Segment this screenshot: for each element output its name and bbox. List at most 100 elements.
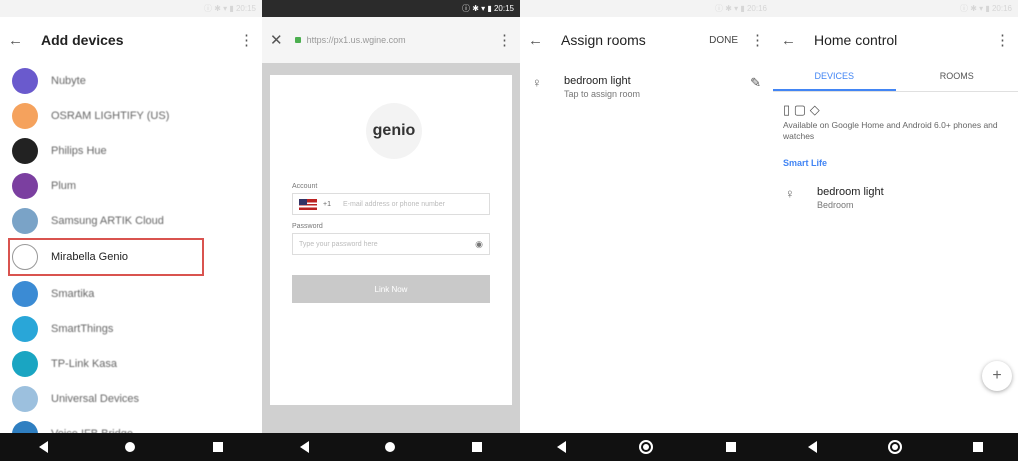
account-label: Account xyxy=(292,183,318,190)
speaker-icon: ▯ xyxy=(783,102,791,117)
device-list-item[interactable]: Nubyte xyxy=(0,63,262,98)
device-row[interactable]: ♀ bedroom light Tap to assign room ✎ xyxy=(520,63,773,111)
device-logo-icon xyxy=(12,315,38,342)
login-card: genio Account +1 E-mail address or phone… xyxy=(270,75,512,405)
device-list-item[interactable]: Samsung ARTIK Cloud xyxy=(0,203,262,238)
device-row[interactable]: ♀ bedroom light Bedroom xyxy=(773,174,1018,222)
device-subtitle: Tap to assign room xyxy=(564,89,641,99)
nav-recent-icon[interactable] xyxy=(213,442,224,452)
add-devices-screen: ⓘ ✱ ▾ ▮ 20:15 ← Add devices ⋮ Nubyte OSRA… xyxy=(0,0,262,461)
assign-rooms-screen: ⓘ ✱ ▾ ▮ 20:16 ← Assign rooms DONE ⋮ ♀ be… xyxy=(520,0,773,461)
phone-icon: ▢ xyxy=(793,102,807,117)
tab-devices[interactable]: DEVICES xyxy=(773,63,896,91)
device-list-item[interactable]: Plum xyxy=(0,168,262,203)
more-vert-icon[interactable]: ⋮ xyxy=(497,31,512,49)
nav-recent-icon[interactable] xyxy=(471,442,482,452)
device-name: Mirabella Genio xyxy=(51,251,129,263)
arrow-left-icon[interactable]: ← xyxy=(528,32,543,49)
device-name: TP-Link Kasa xyxy=(51,357,118,370)
nav-back-icon[interactable] xyxy=(38,441,48,453)
device-logo-icon xyxy=(12,244,38,270)
url-text: https://px1.us.wgine.com xyxy=(306,35,406,45)
more-vert-icon[interactable]: ⋮ xyxy=(239,31,254,49)
device-list: Nubyte OSRAM LIGHTIFY (US) Philips Hue Plum… xyxy=(0,63,262,451)
more-vert-icon[interactable]: ⋮ xyxy=(995,31,1010,49)
nav-bar xyxy=(0,433,262,461)
watch-icon: ◇ xyxy=(809,102,820,117)
device-name: Plum xyxy=(51,179,77,192)
home-control-screen: ⓘ ✱ ▾ ▮ 20:16 ← Home control ⋮ DEVICES R… xyxy=(773,0,1018,461)
us-flag-icon[interactable] xyxy=(299,198,317,210)
page-title: Home control xyxy=(814,32,898,48)
nav-back-icon[interactable] xyxy=(300,441,310,453)
device-list-item[interactable]: Philips Hue xyxy=(0,133,262,168)
nav-bar xyxy=(773,433,1018,461)
section-header: Smart Life xyxy=(783,158,828,168)
device-logo-icon xyxy=(12,350,38,377)
device-subtitle: Bedroom xyxy=(817,200,854,210)
nav-home-icon[interactable] xyxy=(887,440,902,454)
device-logo-icon xyxy=(12,207,38,234)
password-label: Password xyxy=(292,223,323,230)
password-field[interactable]: Type your password here ◉ xyxy=(292,233,490,255)
link-now-button[interactable]: Link Now xyxy=(292,275,490,303)
arrow-left-icon[interactable]: ← xyxy=(781,32,796,49)
country-code[interactable]: +1 xyxy=(323,201,331,208)
device-list-item[interactable]: Universal Devices xyxy=(0,381,262,416)
device-logo-icon xyxy=(12,280,38,307)
device-list-item[interactable]: OSRAM LIGHTIFY (US) xyxy=(0,98,262,133)
url-field[interactable]: https://px1.us.wgine.com xyxy=(294,35,497,45)
supported-devices-icons: ▯ ▢ ◇ xyxy=(773,92,1018,120)
availability-text: Available on Google Home and Android 6.0… xyxy=(783,120,998,141)
device-list-item[interactable]: SmartThings xyxy=(0,311,262,346)
nav-bar xyxy=(262,433,520,461)
lightbulb-icon: ♀ xyxy=(785,186,795,201)
device-logo-icon xyxy=(12,385,38,412)
close-icon[interactable]: ✕ xyxy=(270,31,283,49)
page-title: Add devices xyxy=(41,32,124,48)
status-bar: ⓘ ✱ ▾ ▮ 20:15 xyxy=(262,0,520,17)
device-name: SmartThings xyxy=(51,322,114,335)
done-button[interactable]: DONE xyxy=(709,35,738,46)
nav-recent-icon[interactable] xyxy=(972,442,983,452)
arrow-left-icon[interactable]: ← xyxy=(8,32,23,49)
nav-home-icon[interactable] xyxy=(385,442,396,452)
status-bar: ⓘ ✱ ▾ ▮ 20:15 xyxy=(0,0,262,17)
device-name: Universal Devices xyxy=(51,392,140,405)
device-list-item[interactable]: Mirabella Genio xyxy=(8,238,204,276)
nav-back-icon[interactable] xyxy=(556,441,566,453)
password-placeholder: Type your password here xyxy=(299,240,378,248)
tab-bar: DEVICES ROOMS xyxy=(773,63,1018,92)
device-logo-icon xyxy=(12,172,38,199)
add-fab-button[interactable]: + xyxy=(982,361,1012,391)
device-title: bedroom light xyxy=(817,186,884,198)
device-list-item[interactable]: Smartika xyxy=(0,276,262,311)
lock-icon xyxy=(294,37,301,43)
nav-home-icon[interactable] xyxy=(638,440,653,454)
device-logo-icon xyxy=(12,137,38,164)
browser-url-bar: ✕ https://px1.us.wgine.com ⋮ xyxy=(262,17,520,63)
page-title: Assign rooms xyxy=(561,32,646,48)
nav-home-icon[interactable] xyxy=(125,442,136,452)
account-field[interactable]: +1 E-mail address or phone number xyxy=(292,193,490,215)
account-placeholder: E-mail address or phone number xyxy=(342,200,445,208)
link-account-screen: ⓘ ✱ ▾ ▮ 20:15 ✕ https://px1.us.wgine.com… xyxy=(262,0,520,461)
show-password-icon[interactable]: ◉ xyxy=(475,239,483,250)
device-logo-icon xyxy=(12,102,38,129)
device-name: Samsung ARTIK Cloud xyxy=(51,214,164,227)
genio-logo: genio xyxy=(366,103,422,159)
nav-recent-icon[interactable] xyxy=(726,442,737,452)
nav-back-icon[interactable] xyxy=(808,441,818,453)
device-logo-icon xyxy=(12,67,38,94)
tab-rooms[interactable]: ROOMS xyxy=(896,63,1018,91)
more-vert-icon[interactable]: ⋮ xyxy=(750,31,765,49)
device-name: Nubyte xyxy=(51,74,86,87)
device-list-item[interactable]: TP-Link Kasa xyxy=(0,346,262,381)
app-bar: ← Add devices ⋮ xyxy=(0,17,262,63)
nav-bar xyxy=(520,433,773,461)
status-bar: ⓘ ✱ ▾ ▮ 20:16 xyxy=(773,0,1018,17)
app-bar: ← Assign rooms DONE ⋮ xyxy=(520,17,773,63)
device-name: OSRAM LIGHTIFY (US) xyxy=(51,109,170,122)
status-bar: ⓘ ✱ ▾ ▮ 20:16 xyxy=(520,0,773,17)
pencil-icon[interactable]: ✎ xyxy=(750,75,761,91)
